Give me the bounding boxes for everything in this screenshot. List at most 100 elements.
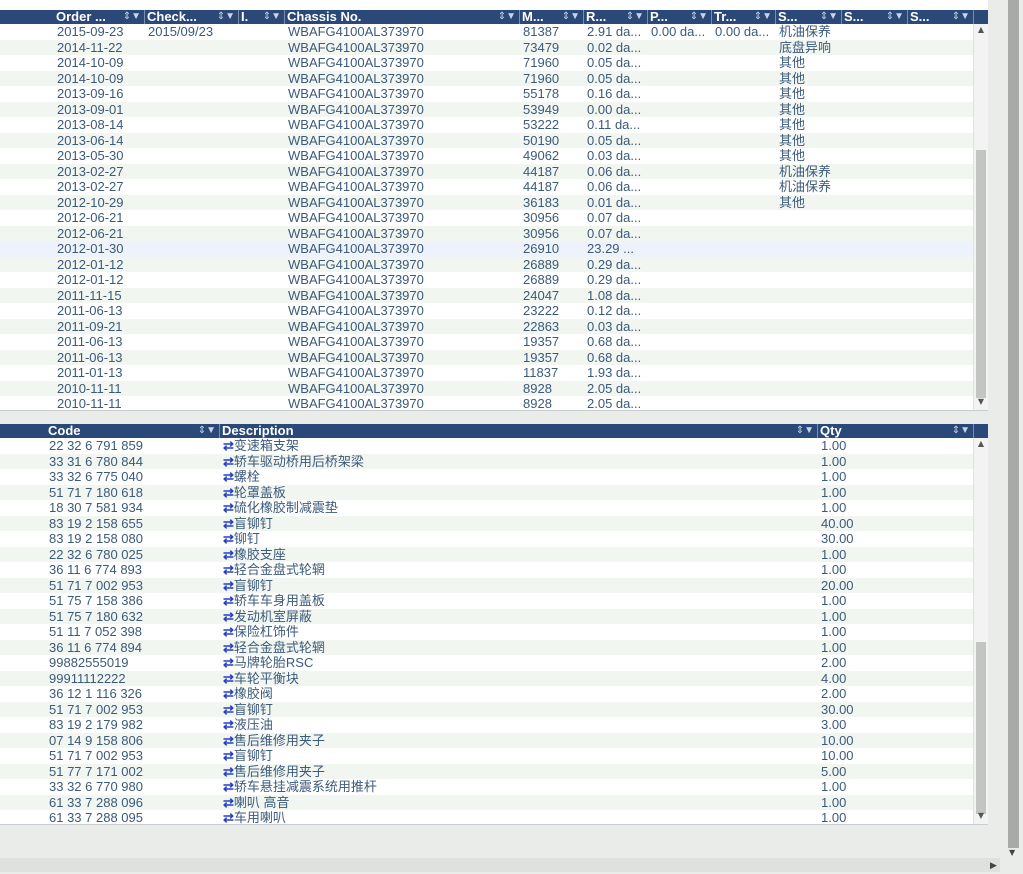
sort-filter-icon[interactable]: ⇕▼ (562, 10, 580, 24)
orders-column-header[interactable]: Check... ⇕▼ (145, 10, 239, 24)
substitute-arrows-icon[interactable]: ⇄ (223, 500, 234, 515)
orders-column-header[interactable]: S... ⇕▼ (908, 10, 974, 24)
parts-row[interactable]: 51 11 7 052 398 ⇄保险杠饰件 1.00 (0, 624, 974, 640)
substitute-arrows-icon[interactable]: ⇄ (223, 609, 234, 624)
parts-column-header[interactable]: Code ⇕▼ (46, 424, 220, 438)
orders-column-header[interactable]: Order ... ⇕▼ (54, 10, 145, 24)
parts-row[interactable]: 83 19 2 158 655 ⇄盲铆钉 40.00 (0, 515, 974, 531)
orders-row[interactable]: 2013-05-30 WBAFG4100AL373970 49062 0.03 da.… (0, 148, 974, 164)
sort-filter-icon[interactable]: ⇕▼ (754, 10, 772, 24)
parts-row[interactable]: 51 77 7 171 002 ⇄售后维修用夹子 5.00 (0, 763, 974, 779)
parts-row[interactable]: 36 12 1 116 326 ⇄橡胶阀 2.00 (0, 686, 974, 702)
orders-row[interactable]: 2011-06-13 WBAFG4100AL373970 19357 0.68 da.… (0, 349, 974, 365)
substitute-arrows-icon[interactable]: ⇄ (223, 640, 234, 655)
scroll-up-arrow-icon[interactable]: ▲ (974, 24, 988, 36)
orders-row[interactable]: 2013-02-27 WBAFG4100AL373970 44187 0.06 da.… (0, 179, 974, 195)
parts-row[interactable]: 83 19 2 179 982 ⇄液压油 3.00 (0, 717, 974, 733)
substitute-arrows-icon[interactable]: ⇄ (223, 578, 234, 593)
substitute-arrows-icon[interactable]: ⇄ (223, 810, 234, 824)
substitute-arrows-icon[interactable]: ⇄ (223, 655, 234, 670)
page-vertical-scrollbar[interactable] (1001, 0, 1023, 874)
parts-row[interactable]: 07 14 9 158 806 ⇄售后维修用夹子 10.00 (0, 732, 974, 748)
substitute-arrows-icon[interactable]: ⇄ (223, 531, 234, 546)
parts-row[interactable]: 83 19 2 158 080 ⇄铆钉 30.00 (0, 531, 974, 547)
orders-row[interactable]: 2011-09-21 WBAFG4100AL373970 22863 0.03 da.… (0, 318, 974, 334)
parts-row[interactable]: 36 11 6 774 894 ⇄轻合金盘式轮辋 1.00 (0, 639, 974, 655)
parts-row[interactable]: 51 71 7 002 953 ⇄盲铆钉 20.00 (0, 577, 974, 593)
substitute-arrows-icon[interactable]: ⇄ (223, 764, 234, 779)
substitute-arrows-icon[interactable]: ⇄ (223, 748, 234, 763)
orders-row[interactable]: 2012-06-21 WBAFG4100AL373970 30956 0.07 da.… (0, 210, 974, 226)
orders-row[interactable]: 2012-01-12 WBAFG4100AL373970 26889 0.29 da.… (0, 256, 974, 272)
substitute-arrows-icon[interactable]: ⇄ (223, 702, 234, 717)
substitute-arrows-icon[interactable]: ⇄ (223, 547, 234, 562)
parts-vertical-scrollbar[interactable]: ▲ ▼ (973, 438, 988, 824)
sort-filter-icon[interactable]: ⇕▼ (952, 10, 970, 24)
substitute-arrows-icon[interactable]: ⇄ (223, 795, 234, 810)
orders-column-header[interactable]: I. ⇕▼ (239, 10, 285, 24)
substitute-arrows-icon[interactable]: ⇄ (223, 624, 234, 639)
sort-filter-icon[interactable]: ⇕▼ (690, 10, 708, 24)
parts-row[interactable]: 33 32 6 770 980 ⇄轿车悬挂减震系统用推杆 1.00 (0, 779, 974, 795)
orders-row[interactable]: 2012-01-30 WBAFG4100AL373970 26910 23.29 ..… (0, 241, 974, 257)
orders-row[interactable]: 2011-01-13 WBAFG4100AL373970 11837 1.93 da.… (0, 365, 974, 381)
orders-row[interactable]: 2015-09-23 2015/09/23 WBAFG4100AL373970 813… (0, 24, 974, 40)
parts-column-header[interactable]: Description ⇕▼ (220, 424, 818, 438)
parts-row[interactable]: 61 33 7 288 096 ⇄喇叭 高音 1.00 (0, 794, 974, 810)
parts-row[interactable]: 33 31 6 780 844 ⇄轿车驱动桥用后桥架梁 1.00 (0, 453, 974, 469)
substitute-arrows-icon[interactable]: ⇄ (223, 593, 234, 608)
orders-row[interactable]: 2011-06-13 WBAFG4100AL373970 19357 0.68 da.… (0, 334, 974, 350)
sort-filter-icon[interactable]: ⇕▼ (123, 10, 141, 24)
orders-column-header[interactable]: Tr... ⇕▼ (712, 10, 776, 24)
substitute-arrows-icon[interactable]: ⇄ (223, 516, 234, 531)
substitute-arrows-icon[interactable]: ⇄ (223, 562, 234, 577)
orders-row[interactable]: 2014-10-09 WBAFG4100AL373970 71960 0.05 da.… (0, 70, 974, 86)
sort-filter-icon[interactable]: ⇕▼ (198, 424, 216, 438)
parts-column-header[interactable]: Qty ⇕▼ (818, 424, 974, 438)
parts-row[interactable]: 33 32 6 775 040 ⇄螺栓 1.00 (0, 469, 974, 485)
substitute-arrows-icon[interactable]: ⇄ (223, 469, 234, 484)
parts-row[interactable]: 22 32 6 780 025 ⇄橡胶支座 1.00 (0, 546, 974, 562)
sort-filter-icon[interactable]: ⇕▼ (217, 10, 235, 24)
substitute-arrows-icon[interactable]: ⇄ (223, 454, 234, 469)
parts-row[interactable]: 18 30 7 581 934 ⇄硫化橡胶制减震垫 1.00 (0, 500, 974, 516)
parts-row[interactable]: 51 71 7 002 953 ⇄盲铆钉 30.00 (0, 701, 974, 717)
orders-row[interactable]: 2013-09-01 WBAFG4100AL373970 53949 0.00 da.… (0, 101, 974, 117)
substitute-arrows-icon[interactable]: ⇄ (223, 485, 234, 500)
orders-row[interactable]: 2012-10-29 WBAFG4100AL373970 36183 0.01 da.… (0, 194, 974, 210)
parts-row[interactable]: 51 71 7 002 953 ⇄盲铆钉 10.00 (0, 748, 974, 764)
orders-row[interactable]: 2010-11-11 WBAFG4100AL373970 8928 2.05 da..… (0, 380, 974, 396)
parts-row[interactable]: 61 33 7 288 095 ⇄车用喇叭 1.00 (0, 810, 974, 824)
scroll-down-arrow-icon[interactable]: ▼ (974, 396, 988, 408)
substitute-arrows-icon[interactable]: ⇄ (223, 733, 234, 748)
substitute-arrows-icon[interactable]: ⇄ (223, 671, 234, 686)
scroll-down-arrow-icon[interactable]: ▼ (974, 810, 988, 822)
orders-row[interactable]: 2014-10-09 WBAFG4100AL373970 71960 0.05 da.… (0, 55, 974, 71)
orders-row[interactable]: 2011-11-15 WBAFG4100AL373970 24047 1.08 da.… (0, 287, 974, 303)
orders-column-header[interactable]: M... ⇕▼ (520, 10, 584, 24)
parts-scroll-thumb[interactable] (976, 642, 986, 814)
substitute-arrows-icon[interactable]: ⇄ (223, 779, 234, 794)
sort-filter-icon[interactable]: ⇕▼ (263, 10, 281, 24)
parts-row[interactable]: 36 11 6 774 893 ⇄轻合金盘式轮辋 1.00 (0, 562, 974, 578)
scroll-up-arrow-icon[interactable]: ▲ (974, 438, 988, 450)
substitute-arrows-icon[interactable]: ⇄ (223, 717, 234, 732)
substitute-arrows-icon[interactable]: ⇄ (223, 438, 234, 453)
orders-row[interactable]: 2014-11-22 WBAFG4100AL373970 73479 0.02 da.… (0, 39, 974, 55)
orders-column-header[interactable]: P... ⇕▼ (648, 10, 712, 24)
parts-row[interactable]: 51 75 7 158 386 ⇄轿车车身用盖板 1.00 (0, 593, 974, 609)
orders-column-header[interactable]: S... ⇕▼ (776, 10, 842, 24)
parts-row[interactable]: 51 71 7 180 618 ⇄轮罩盖板 1.00 (0, 484, 974, 500)
orders-column-header[interactable]: Chassis No. ⇕▼ (285, 10, 520, 24)
sort-filter-icon[interactable]: ⇕▼ (626, 10, 644, 24)
parts-row[interactable]: 99882555019 ⇄马牌轮胎RSC 2.00 (0, 655, 974, 671)
orders-row[interactable]: 2011-06-13 WBAFG4100AL373970 23222 0.12 da.… (0, 303, 974, 319)
orders-row[interactable]: 2010-11-11 WBAFG4100AL373970 8928 2.05 da..… (0, 396, 974, 410)
sort-filter-icon[interactable]: ⇕▼ (820, 10, 838, 24)
orders-row[interactable]: 2013-08-14 WBAFG4100AL373970 53222 0.11 da.… (0, 117, 974, 133)
substitute-arrows-icon[interactable]: ⇄ (223, 686, 234, 701)
parts-row[interactable]: 99911112222 ⇄车轮平衡块 4.00 (0, 670, 974, 686)
orders-row[interactable]: 2013-06-14 WBAFG4100AL373970 50190 0.05 da.… (0, 132, 974, 148)
page-horizontal-scrollbar[interactable] (0, 858, 1000, 872)
sort-filter-icon[interactable]: ⇕▼ (498, 10, 516, 24)
